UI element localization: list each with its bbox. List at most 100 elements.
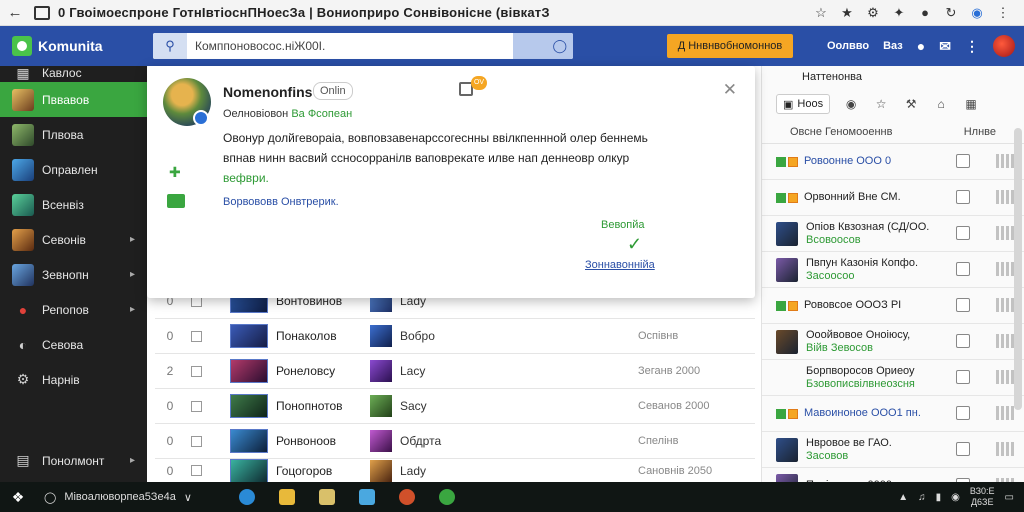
profile-meta-link[interactable]: Ва Фсопеан [291, 108, 352, 120]
sidebar-item-label: Всенвіз [42, 197, 84, 212]
row-checkbox[interactable] [191, 465, 202, 476]
profile-link[interactable]: Ворвововв Онвтрерик. [223, 196, 339, 208]
activity-item[interactable]: Орвонний Вне СМ. [762, 180, 1024, 216]
star-icon[interactable]: ☆ [872, 97, 890, 111]
row-checkbox[interactable] [191, 330, 202, 342]
activity-action-button[interactable] [956, 154, 970, 168]
tools-icon[interactable]: ⚒ [902, 97, 920, 111]
sidebar-item-3[interactable]: Оправлен [0, 152, 147, 187]
user-avatar[interactable] [992, 35, 1015, 57]
table-row[interactable]: 0 Гоцогоров Ladу Сановнів 2050 [155, 458, 755, 483]
sidebar-item-bottom[interactable]: ▤ Понолмонт ▸ [0, 443, 147, 478]
column-header-left[interactable]: Овсне Геномооеннв [790, 126, 892, 138]
action-link[interactable]: Зоннавоннійа [585, 259, 655, 271]
row-checkbox[interactable] [191, 435, 202, 447]
pin-icon[interactable]: ✦ [888, 2, 910, 24]
taskbar-app-files[interactable] [312, 482, 342, 512]
sidebar-item-1[interactable]: Пввавов [0, 82, 147, 117]
grid-icon[interactable] [996, 298, 1014, 312]
taskbar-search[interactable]: ◯ Мівоалюворпеа5Зе4а ∨ [36, 482, 222, 512]
battery-icon[interactable]: ▮ [936, 492, 942, 503]
extensions-icon[interactable]: ⚙ [862, 2, 884, 24]
taskbar-app-media[interactable] [392, 482, 422, 512]
activity-action-button[interactable] [956, 442, 970, 456]
taskbar-app-explorer[interactable] [272, 482, 302, 512]
windows-start-icon[interactable]: ❖ [0, 489, 36, 506]
activity-action-button[interactable] [956, 262, 970, 276]
activity-action-button[interactable] [956, 334, 970, 348]
grid-icon[interactable] [996, 262, 1014, 276]
notification-center-icon[interactable]: ▭ [1005, 492, 1014, 503]
activity-subtitle: Всовоосов [806, 233, 861, 246]
sidebar-item-0[interactable]: ▦ Кавлос [0, 64, 147, 82]
settings-icon[interactable]: ● [914, 2, 936, 24]
sidebar-item-4[interactable]: Всенвіз [0, 187, 147, 222]
activity-action-button[interactable] [956, 370, 970, 384]
notifications-icon[interactable]: ⋮ [965, 38, 979, 55]
bookmark-icon[interactable]: ★ [836, 2, 858, 24]
sidebar-item-5[interactable]: Севонів ▸ [0, 222, 147, 257]
menu-icon[interactable]: ⋮ [992, 2, 1014, 24]
activity-item[interactable]: Ровоонне ООО 0 [762, 144, 1024, 180]
right-panel-title: Наттенонва [802, 71, 862, 83]
grid-icon[interactable] [996, 442, 1014, 456]
scrollbar[interactable] [1014, 128, 1022, 410]
record-icon[interactable]: ◉ [842, 97, 860, 111]
taskbar-app-xbox[interactable] [432, 482, 462, 512]
row-checkbox[interactable] [191, 400, 202, 412]
filter-label: Нооs [797, 98, 824, 110]
mail-icon[interactable]: ✉ [939, 38, 951, 55]
app-logo[interactable]: Komunita [0, 26, 147, 66]
search-input[interactable] [187, 33, 513, 59]
grid-icon[interactable] [996, 370, 1014, 384]
update-icon[interactable]: ↻ [940, 2, 962, 24]
grid-icon[interactable] [996, 190, 1014, 204]
volume-icon[interactable]: ♫ [918, 492, 926, 503]
filter-button[interactable]: ▣ Нооs [776, 94, 831, 114]
header-link-1[interactable]: Оолвво [827, 40, 869, 52]
close-icon[interactable]: ✕ [723, 80, 737, 100]
star-icon[interactable]: ☆ [810, 2, 832, 24]
activity-item[interactable]: Пвпун Казонія Копфо. Засоосоо [762, 252, 1024, 288]
table-row[interactable]: 2 Ронеловсу Lacy Зеганв 2000 [155, 354, 755, 389]
grid-icon[interactable] [996, 334, 1014, 348]
back-arrow-icon[interactable]: ← [0, 4, 30, 21]
grid-icon[interactable] [996, 226, 1014, 240]
table-row[interactable]: 0 Понаколов Вобро Оспівнв [155, 319, 755, 354]
table-row[interactable]: 0 Понопнотов Sacy Севанов 2000 [155, 389, 755, 424]
grid-icon[interactable] [996, 406, 1014, 420]
search-submit-icon[interactable]: ◯ [513, 33, 573, 59]
activity-item[interactable]: Мавоиноное ООО1 пн. [762, 396, 1024, 432]
clock[interactable]: ВЗ0:Е Д6ЗЕ [970, 486, 995, 508]
activity-item[interactable]: Нвровое ве ГАО. Засовов [762, 432, 1024, 468]
grid-icon[interactable] [996, 154, 1014, 168]
activity-item[interactable]: Ооойвовое Оноіюсу, Війв Зевосов [762, 324, 1024, 360]
activity-item[interactable]: Рововсое ОООЗ РІ [762, 288, 1024, 324]
globe-icon[interactable]: ◉ [966, 2, 988, 24]
header-link-2[interactable]: Ваз [883, 40, 903, 52]
wifi-icon[interactable]: ▲ [898, 492, 908, 503]
chat-icon[interactable]: ● [917, 38, 925, 54]
activity-action-button[interactable] [956, 226, 970, 240]
activity-item[interactable]: Борпворосов Ориеоу Бзовописвілвнеозсня [762, 360, 1024, 396]
activity-action-button[interactable] [956, 298, 970, 312]
taskbar-app-edge[interactable] [232, 482, 262, 512]
language-icon[interactable]: ◉ [951, 492, 960, 503]
sidebar-item-2[interactable]: Плвова [0, 117, 147, 152]
activity-action-button[interactable] [956, 190, 970, 204]
activity-action-button[interactable] [956, 406, 970, 420]
taskbar-app-store[interactable] [352, 482, 382, 512]
activity-item[interactable]: Опіов Квзозная (СД/ОО. Всовоосов [762, 216, 1024, 252]
promo-button[interactable]: Д Ннвнвобномоннов [667, 34, 793, 58]
home-icon[interactable]: ⌂ [932, 97, 950, 111]
sidebar-item-8[interactable]: ◐ Севова [0, 327, 147, 362]
sidebar-item-label: Пввавов [42, 92, 90, 107]
table-row[interactable]: 0 Ронвоноов Обдрта Спелінв [155, 424, 755, 459]
sidebar-item-7[interactable]: ● Репопов ▸ [0, 292, 147, 327]
row-number: 2 [166, 364, 174, 378]
sidebar-item-9[interactable]: ⚙ Нарнів [0, 362, 147, 397]
search-icon[interactable]: ⚲ [153, 33, 187, 59]
sidebar-item-6[interactable]: Зевнопн ▸ [0, 257, 147, 292]
grid-view-icon[interactable]: ▦ [962, 97, 980, 111]
row-checkbox[interactable] [191, 365, 202, 377]
